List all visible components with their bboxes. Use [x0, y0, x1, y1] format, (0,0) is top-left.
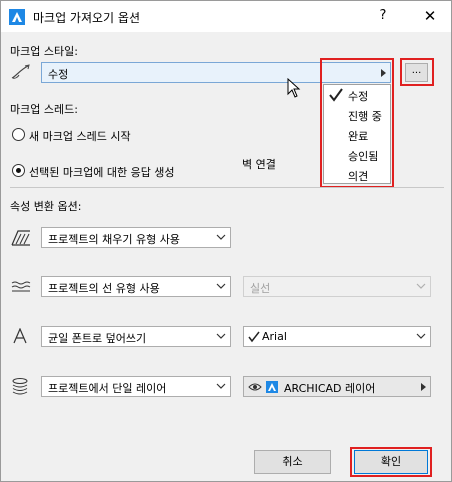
checkmark-icon — [248, 331, 260, 343]
layer-mode-value: 프로젝트에서 단일 레이어 — [48, 382, 167, 395]
radio-new-thread[interactable] — [12, 128, 25, 141]
markup-style-value: 수정 — [48, 68, 69, 81]
import-markup-options-dialog: 마크업 가져오기 옵션 ? ✕ 마크업 스타일: 수정 ... 수정 진행 중 … — [0, 0, 452, 482]
line-style-select: 실선 — [243, 276, 431, 297]
title-bar: 마크업 가져오기 옵션 ? ✕ — [1, 1, 451, 32]
line-type-icon — [11, 281, 31, 292]
radio-new-thread-label[interactable]: 새 마크업 스레드 시작 — [29, 128, 131, 144]
line-style-value: 실선 — [250, 282, 271, 295]
markup-thread-label: 마크업 스레드: — [10, 103, 78, 116]
dialog-title: 마크업 가져오기 옵션 — [33, 11, 140, 25]
radio-reply-thread-label[interactable]: 선택된 마크업에 대한 응답 생성 — [29, 164, 175, 180]
chevron-down-icon — [216, 283, 226, 289]
layer-stack-icon — [12, 378, 28, 395]
highlight-more-button — [400, 58, 434, 86]
chevron-down-icon — [216, 383, 226, 389]
line-type-value: 프로젝트의 선 유형 사용 — [48, 282, 160, 295]
mouse-pointer-icon — [287, 78, 301, 98]
eye-icon — [248, 383, 262, 391]
chevron-down-icon — [416, 333, 426, 339]
archicad-app-icon — [9, 9, 25, 25]
layer-mode-select[interactable]: 프로젝트에서 단일 레이어 — [41, 376, 231, 397]
line-type-select[interactable]: 프로젝트의 선 유형 사용 — [41, 276, 231, 297]
markup-style-label: 마크업 스타일: — [10, 45, 78, 58]
help-button[interactable]: ? — [368, 4, 398, 28]
wall-link-label: 벽 연결 — [242, 158, 276, 171]
font-override-select[interactable]: 균일 폰트로 덮어쓰기 — [41, 326, 231, 347]
close-button[interactable]: ✕ — [415, 4, 445, 28]
chevron-down-icon — [216, 234, 226, 240]
chevron-down-icon — [416, 283, 426, 289]
layer-name-value: ARCHICAD 레이어 — [284, 382, 376, 395]
archicad-layer-icon — [266, 381, 278, 393]
radio-reply-thread[interactable] — [12, 164, 25, 177]
highlight-style-menu — [320, 58, 394, 188]
pen-style-icon — [11, 64, 30, 79]
font-name-value: Arial — [262, 330, 287, 343]
fill-type-select[interactable]: 프로젝트의 채우기 유형 사용 — [41, 227, 231, 248]
chevron-down-icon — [216, 333, 226, 339]
section-divider — [10, 187, 444, 188]
cancel-button[interactable]: 취소 — [254, 450, 331, 474]
font-name-select[interactable]: Arial — [243, 326, 431, 347]
submenu-arrow-icon — [421, 383, 426, 391]
attribute-conversion-label: 속성 변환 옵션: — [10, 200, 82, 213]
highlight-ok-button — [350, 447, 432, 477]
fill-pattern-icon — [11, 230, 30, 246]
font-override-value: 균일 폰트로 덮어쓰기 — [48, 332, 147, 345]
fill-type-value: 프로젝트의 채우기 유형 사용 — [48, 233, 180, 246]
layer-name-select[interactable]: ARCHICAD 레이어 — [243, 376, 431, 397]
font-icon — [13, 328, 27, 344]
